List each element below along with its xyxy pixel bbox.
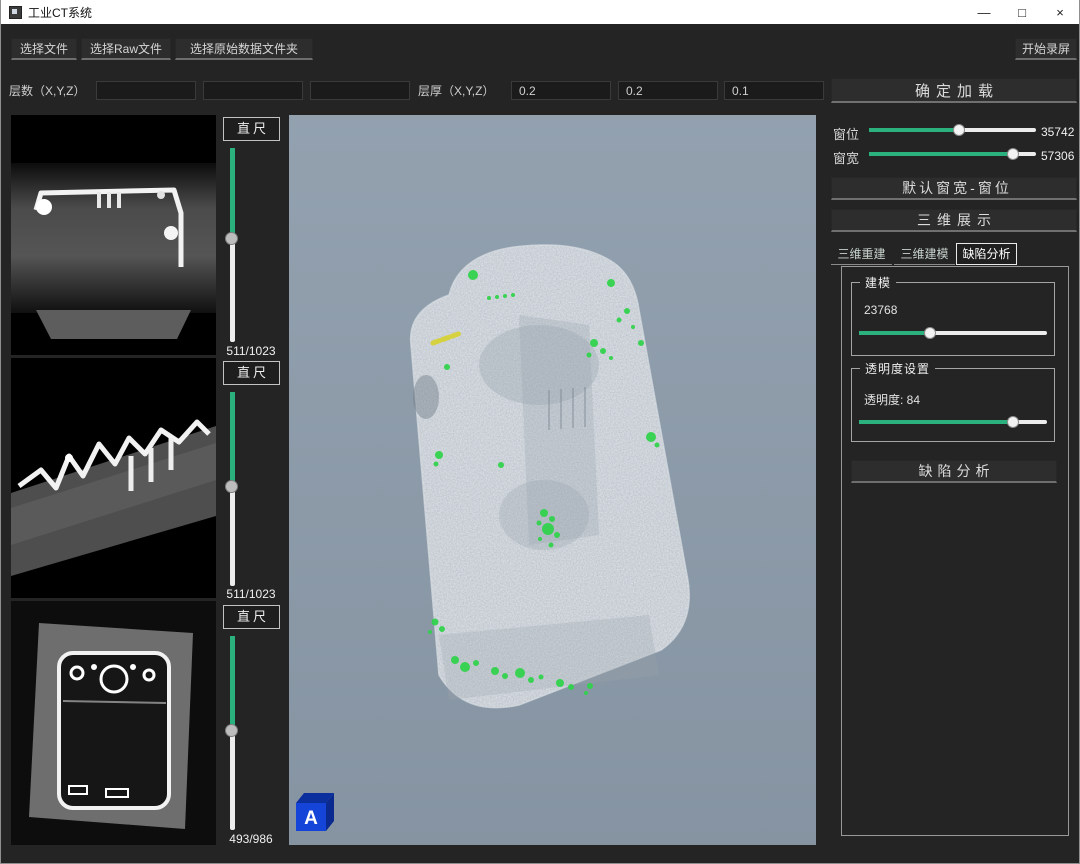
modeling-group: 建模 23768	[851, 282, 1055, 356]
window-controls: — □ ×	[965, 0, 1079, 24]
tab-3d-modeling[interactable]: 三维建模	[894, 244, 955, 265]
transparency-group: 透明度设置 透明度: 84	[851, 368, 1055, 442]
close-button[interactable]: ×	[1041, 0, 1079, 24]
default-window-button[interactable]: 默认窗宽-窗位	[831, 177, 1077, 200]
modeling-slider[interactable]	[859, 326, 1047, 340]
slider-fill	[230, 392, 235, 487]
app-window: 工业CT系统 — □ × 选择文件 选择Raw文件 选择原始数据文件夹 开始录屏…	[0, 0, 1080, 864]
ruler-label-middle: 直尺	[223, 361, 280, 385]
svg-text:A: A	[304, 808, 318, 829]
select-raw-button[interactable]: 选择Raw文件	[81, 38, 171, 60]
window-width-slider[interactable]	[869, 147, 1036, 161]
thickness-z-input[interactable]	[724, 81, 824, 100]
slider-track	[859, 331, 1047, 335]
window-width-value: 57306	[1041, 149, 1074, 163]
ct-slice-view-bottom[interactable]	[11, 601, 216, 845]
minimize-button[interactable]: —	[965, 0, 1003, 24]
slider-fill	[230, 636, 235, 731]
slider-fill	[869, 128, 959, 132]
slider-handle[interactable]	[1007, 416, 1019, 428]
tab-defect-analysis[interactable]: 缺陷分析	[956, 243, 1017, 265]
transparency-group-title: 透明度设置	[860, 360, 935, 377]
slider-handle[interactable]	[225, 232, 238, 245]
ct-slice-graphic-middle	[11, 358, 216, 598]
ct-slice-graphic-bottom	[11, 601, 216, 845]
slice-slider-top[interactable]	[224, 148, 241, 342]
confirm-load-button[interactable]: 确定加载	[831, 78, 1077, 103]
thickness-label: 层厚（X,Y,Z）	[418, 82, 494, 101]
ruler-label-bottom: 直尺	[223, 605, 280, 629]
window-level-slider[interactable]	[869, 123, 1036, 137]
app-icon	[9, 6, 22, 19]
slider-handle[interactable]	[953, 124, 965, 136]
select-file-button[interactable]: 选择文件	[11, 38, 77, 60]
slider-fill	[859, 331, 930, 335]
slider-fill	[230, 148, 235, 239]
ct-slice-graphic-top	[11, 115, 216, 355]
maximize-button[interactable]: □	[1003, 0, 1041, 24]
slice-position-bottom: 493/986	[215, 832, 287, 846]
slice-slider-bottom[interactable]	[224, 636, 241, 830]
show-3d-button[interactable]: 三维展示	[831, 209, 1077, 232]
slider-fill	[869, 152, 1013, 156]
transparency-slider[interactable]	[859, 415, 1047, 429]
layers-z-input[interactable]	[310, 81, 410, 100]
window-level-label: 窗位	[833, 124, 859, 143]
window-level-value: 35742	[1041, 125, 1074, 139]
3d-viewport[interactable]: A	[289, 115, 816, 845]
window-title: 工业CT系统	[28, 4, 92, 21]
thickness-y-input[interactable]	[618, 81, 718, 100]
viewer-logo-icon: A	[296, 793, 334, 831]
slider-fill	[859, 420, 1013, 424]
slice-position-middle: 511/1023	[215, 587, 287, 601]
layers-label: 层数（X,Y,Z）	[9, 82, 85, 101]
slider-handle[interactable]	[225, 480, 238, 493]
select-folder-button[interactable]: 选择原始数据文件夹	[175, 38, 313, 60]
defect-analysis-button[interactable]: 缺陷分析	[851, 460, 1057, 483]
window-width-label: 窗宽	[833, 148, 859, 167]
slice-position-top: 511/1023	[215, 344, 287, 358]
ct-slice-view-top[interactable]	[11, 115, 216, 355]
layers-y-input[interactable]	[203, 81, 303, 100]
thickness-x-input[interactable]	[511, 81, 611, 100]
tab-3d-reconstruction[interactable]: 三维重建	[831, 244, 892, 265]
scanned-object	[411, 245, 690, 708]
transparency-value: 透明度: 84	[864, 391, 920, 408]
titlebar: 工业CT系统 — □ ×	[1, 0, 1079, 24]
modeling-value: 23768	[864, 303, 897, 317]
start-record-button[interactable]: 开始录屏	[1015, 38, 1077, 60]
layers-x-input[interactable]	[96, 81, 196, 100]
slice-slider-middle[interactable]	[224, 392, 241, 586]
slider-handle[interactable]	[924, 327, 936, 339]
ruler-label-top: 直尺	[223, 117, 280, 141]
slider-handle[interactable]	[1007, 148, 1019, 160]
slider-handle[interactable]	[225, 724, 238, 737]
modeling-group-title: 建模	[860, 274, 896, 291]
ct-slice-view-middle[interactable]	[11, 358, 216, 598]
3d-render-graphic: A	[289, 115, 816, 845]
